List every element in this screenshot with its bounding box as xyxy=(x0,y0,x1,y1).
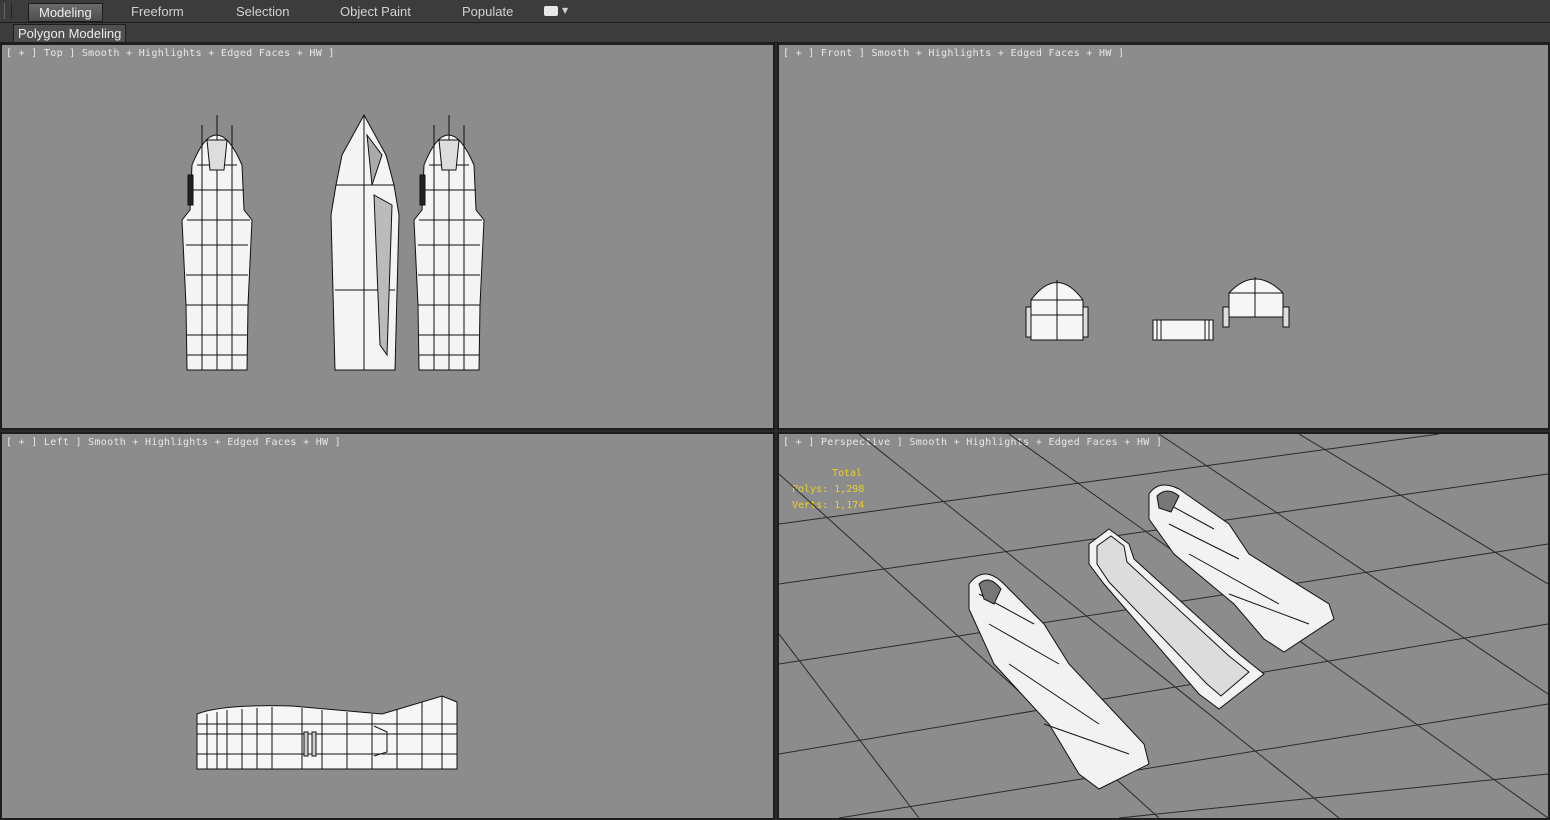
tab-selection[interactable]: Selection xyxy=(226,3,299,20)
ribbon-options-button[interactable] xyxy=(544,6,558,16)
ribbon-grip[interactable] xyxy=(4,3,12,19)
tab-populate[interactable]: Populate xyxy=(452,3,523,20)
left-view-models xyxy=(196,695,458,770)
ribbon-panel-bar: Polygon Modeling xyxy=(0,23,1550,43)
tab-object-paint[interactable]: Object Paint xyxy=(330,3,421,20)
viewport-left[interactable]: [ + ] Left ] Smooth + Highlights + Edged… xyxy=(0,432,775,820)
viewport-front[interactable]: [ + ] Front ] Smooth + Highlights + Edge… xyxy=(777,43,1550,430)
chevron-down-icon[interactable]: ▼ xyxy=(562,6,568,15)
tab-modeling[interactable]: Modeling xyxy=(28,3,103,22)
top-view-models xyxy=(181,113,485,371)
front-view-models xyxy=(1025,277,1290,341)
tab-freeform[interactable]: Freeform xyxy=(121,3,194,20)
ribbon-tab-bar: Modeling Freeform Selection Object Paint… xyxy=(0,0,1550,23)
polygon-modeling-button[interactable]: Polygon Modeling xyxy=(13,24,127,43)
viewport-top[interactable]: [ + ] Top ] Smooth + Highlights + Edged … xyxy=(0,43,775,430)
perspective-scene xyxy=(779,434,1548,818)
viewport-perspective[interactable]: [ + ] Perspective ] Smooth + Highlights … xyxy=(777,432,1550,820)
